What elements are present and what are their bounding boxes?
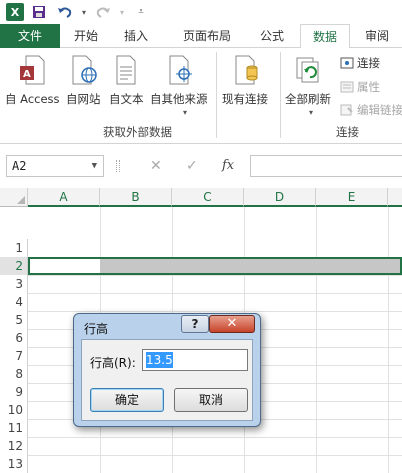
- svg-text:A: A: [23, 69, 31, 80]
- existing-connections-label: 现有连接: [222, 92, 268, 106]
- column-header[interactable]: B: [100, 188, 172, 207]
- tab-formulas[interactable]: 公式: [252, 24, 292, 48]
- excel-logo-icon: X: [6, 3, 24, 21]
- undo-icon[interactable]: [54, 2, 76, 22]
- help-button[interactable]: ?: [181, 315, 209, 333]
- cancel-icon[interactable]: ✕: [150, 155, 162, 177]
- grid-line: [388, 207, 389, 473]
- row-header[interactable]: 7: [0, 347, 28, 365]
- group-divider: [280, 52, 281, 138]
- ok-button[interactable]: 确定: [90, 388, 164, 412]
- row-header[interactable]: 13: [0, 455, 28, 473]
- tab-data[interactable]: 数据: [300, 24, 350, 49]
- from-text-label: 自文本: [109, 92, 144, 106]
- tab-home[interactable]: 开始: [64, 24, 108, 48]
- tab-page-layout[interactable]: 页面布局: [170, 24, 244, 48]
- row-height-value: 13.5: [146, 352, 173, 368]
- grid-line: [28, 437, 402, 438]
- grid-line: [28, 311, 402, 312]
- text-file-icon: [116, 55, 136, 85]
- edit-links-icon: [340, 104, 353, 116]
- row-height-dialog: 行高 ? ✕ 行高(R): 13.5 确定 取消: [73, 313, 261, 427]
- grid-line: [28, 275, 402, 276]
- column-header[interactable]: A: [28, 188, 100, 207]
- tab-file[interactable]: 文件: [0, 24, 60, 48]
- tab-review[interactable]: 审阅: [356, 24, 398, 48]
- column-header[interactable]: [388, 188, 402, 207]
- redo-dropdown-icon[interactable]: ▾: [118, 2, 126, 22]
- grid-line: [316, 207, 317, 473]
- from-other-sources-button[interactable]: 自其他来源: [150, 54, 208, 107]
- existing-connections-button[interactable]: 现有连接: [222, 54, 268, 107]
- chevron-down-icon[interactable]: ▼: [92, 156, 97, 176]
- row-header[interactable]: 3: [0, 275, 28, 293]
- chevron-down-icon: ▾: [309, 108, 314, 117]
- grip-icon[interactable]: [116, 160, 120, 172]
- edit-links-button[interactable]: 编辑链接: [340, 102, 402, 118]
- column-header[interactable]: E: [316, 188, 388, 207]
- grid-line: [28, 455, 402, 456]
- chevron-down-icon: ▾: [183, 108, 188, 117]
- cancel-button[interactable]: 取消: [174, 388, 248, 412]
- row-header[interactable]: 2: [0, 257, 28, 275]
- formula-controls: ✕ ✓ fx: [134, 155, 402, 177]
- customize-icon[interactable]: ⩡: [130, 2, 152, 22]
- refresh-all-label: 全部刷新: [285, 92, 331, 106]
- from-access-label: 自 Access: [5, 92, 60, 106]
- refresh-all-button[interactable]: 全部刷新: [285, 54, 331, 107]
- row-header[interactable]: 12: [0, 437, 28, 455]
- row-height-input[interactable]: 13.5: [142, 349, 248, 371]
- from-access-button[interactable]: A 自 Access: [5, 54, 60, 107]
- row-header[interactable]: 8: [0, 365, 28, 383]
- ribbon-data: A 自 Access 自网站 自文本 自其他来源 ▾ 获取外部数据 现有连接 全…: [0, 48, 402, 144]
- row-header[interactable]: 9: [0, 383, 28, 401]
- web-icon: [72, 55, 97, 85]
- formula-input[interactable]: [250, 155, 402, 177]
- refresh-icon: [296, 57, 319, 83]
- grid-line: [28, 293, 402, 294]
- group-divider: [216, 52, 217, 138]
- column-header[interactable]: D: [244, 188, 316, 207]
- selected-row-border: [28, 257, 402, 275]
- from-web-label: 自网站: [66, 92, 101, 106]
- select-all-corner[interactable]: [0, 188, 28, 207]
- formula-bar: A2 ▼ ✕ ✓ fx: [0, 144, 402, 188]
- row-header[interactable]: 10: [0, 401, 28, 419]
- from-web-button[interactable]: 自网站: [66, 54, 101, 107]
- properties-icon: [340, 81, 354, 93]
- dialog-body: 行高(R): 13.5 确定 取消: [81, 339, 253, 421]
- column-header[interactable]: C: [172, 188, 244, 207]
- close-button[interactable]: ✕: [209, 315, 255, 333]
- properties-button[interactable]: 属性: [340, 79, 380, 95]
- undo-dropdown-icon[interactable]: ▾: [80, 2, 88, 22]
- existing-connections-icon: [235, 55, 258, 85]
- from-text-button[interactable]: 自文本: [109, 54, 144, 107]
- row-header[interactable]: 11: [0, 419, 28, 437]
- group-external-label: 获取外部数据: [103, 125, 172, 139]
- save-icon[interactable]: [28, 2, 50, 22]
- group-connections-label: 连接: [336, 125, 359, 139]
- ribbon-tabs: 文件 开始 插入 页面布局 公式 数据 审阅: [0, 24, 402, 49]
- dialog-title: 行高: [84, 322, 109, 336]
- other-sources-icon: [169, 55, 192, 85]
- tab-insert[interactable]: 插入: [114, 24, 158, 48]
- row-height-label: 行高(R):: [90, 356, 136, 370]
- enter-icon[interactable]: ✓: [186, 155, 198, 177]
- row-header[interactable]: 5: [0, 311, 28, 329]
- row-header[interactable]: 1: [0, 239, 28, 257]
- connections-button[interactable]: 连接: [340, 55, 380, 71]
- name-box[interactable]: A2 ▼: [6, 155, 104, 177]
- quick-access-toolbar: X ▾ ▾ ⩡: [0, 0, 402, 24]
- access-icon: A: [20, 55, 45, 85]
- connections-icon: [340, 57, 354, 69]
- row-header[interactable]: 4: [0, 293, 28, 311]
- from-other-sources-label: 自其他来源: [150, 92, 208, 106]
- row-header[interactable]: 6: [0, 329, 28, 347]
- redo-icon[interactable]: [92, 2, 114, 22]
- insert-function-icon[interactable]: fx: [222, 155, 234, 177]
